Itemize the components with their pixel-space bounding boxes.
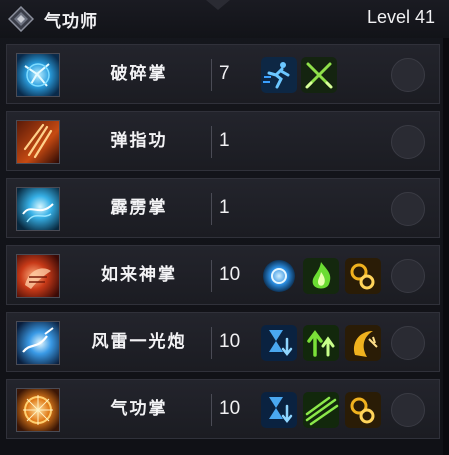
empty-slot[interactable] (391, 393, 425, 427)
blue-orb-icon (263, 260, 295, 292)
lightning-palm-icon (16, 187, 60, 231)
skill-level: 1 (219, 197, 230, 218)
empty-slot[interactable] (391, 58, 425, 92)
skill-row[interactable]: 弹指功 1 (6, 111, 440, 171)
skill-level: 7 (219, 63, 230, 84)
skill-row[interactable]: 风雷一光炮 10 (6, 312, 440, 372)
gold-swirl-icon (345, 258, 381, 294)
skill-name: 霹雳掌 (110, 198, 168, 218)
qi-palm-icon (16, 388, 60, 432)
empty-slot[interactable] (391, 125, 425, 159)
skill-level: 10 (219, 264, 241, 285)
green-slash-icon (303, 392, 339, 428)
gold-swirl-icon (345, 392, 381, 428)
empty-slot[interactable] (391, 192, 425, 226)
gold-crescent-icon (345, 325, 381, 361)
green-arrows-up-icon (303, 325, 339, 361)
skill-row[interactable]: 气功掌 10 (6, 379, 440, 439)
hourglass-down-icon (261, 392, 297, 428)
row-divider (211, 260, 212, 292)
skill-level: 10 (219, 331, 241, 352)
row-divider (211, 126, 212, 158)
wind-thunder-cannon-icon (16, 321, 60, 365)
skill-name: 如来神掌 (101, 265, 177, 285)
skill-name: 风雷一光炮 (91, 332, 187, 352)
skill-row[interactable]: 霹雳掌 1 (6, 178, 440, 238)
row-divider (211, 193, 212, 225)
skill-row[interactable]: 如来神掌 10 (6, 245, 440, 305)
class-name: 气功师 (44, 12, 98, 32)
blue-shatter-palm-icon (16, 53, 60, 97)
skill-name: 气功掌 (110, 399, 168, 419)
row-divider (211, 59, 212, 91)
skill-level: 10 (219, 398, 241, 419)
fire-flick-icon (16, 120, 60, 164)
hourglass-down-icon (261, 325, 297, 361)
green-flame-icon (303, 258, 339, 294)
diamond-emblem-icon (8, 6, 34, 32)
crossed-swords-icon (301, 57, 337, 93)
header-notch (206, 0, 230, 10)
skill-name: 弹指功 (110, 131, 168, 151)
empty-slot[interactable] (391, 326, 425, 360)
dash-icon (261, 57, 297, 93)
skill-level: 1 (219, 130, 230, 151)
level-label: Level 41 (366, 7, 435, 27)
side-scrollbar[interactable] (443, 38, 449, 455)
skill-name: 破碎掌 (110, 64, 168, 84)
skill-row[interactable]: 破碎掌 7 (6, 44, 440, 104)
row-divider (211, 327, 212, 359)
buddha-palm-icon (16, 254, 60, 298)
row-divider (211, 394, 212, 426)
panel-header: 气功师 Level 41 (0, 0, 449, 38)
empty-slot[interactable] (391, 259, 425, 293)
